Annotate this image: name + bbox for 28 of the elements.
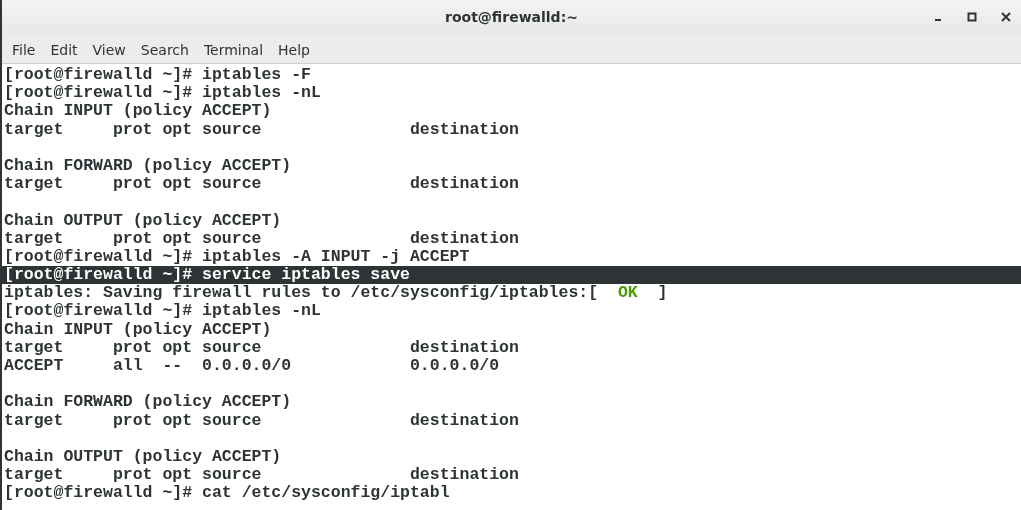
menu-item[interactable]: Edit [48,39,84,58]
close-icon[interactable] [999,10,1013,24]
terminal-line: target prot opt source destination [4,229,520,248]
terminal-line: Chain FORWARD (policy ACCEPT) [4,393,293,412]
terminal-line: Chain INPUT (policy ACCEPT) [4,320,273,339]
menu-item[interactable]: Help [276,39,316,58]
terminal-line: [root@firewalld ~]# cat /etc/sysconfig/iptabl [4,484,451,503]
terminal-line: target prot opt source destination [4,338,520,357]
terminal-line: iptables: Saving firewall rules to /etc/sysconfig/iptables:[ OK ] [4,284,669,303]
menu-item[interactable]: View [90,39,132,58]
menu-item[interactable]: Terminal [201,39,270,58]
terminal-line: [root@firewalld ~]# iptables -F [4,66,312,85]
terminal-line: ACCEPT all -- 0.0.0.0/0 0.0.0.0/0 [4,357,501,376]
maximize-icon[interactable] [965,10,979,24]
terminal-line: target prot opt source destination [4,120,520,139]
terminal-line: [root@firewalld ~]# iptables -nL [4,302,322,321]
menu-item[interactable]: Search [138,39,195,58]
terminal-line: Chain FORWARD (policy ACCEPT) [4,156,293,176]
terminal-line: [root@firewalld ~]# iptables -A INPUT -j ACCEPT [4,247,471,267]
terminal-line: Chain INPUT (policy ACCEPT) [4,102,273,121]
terminal-line: target prot opt source destination [4,466,520,485]
terminal-line: Chain OUTPUT (policy ACCEPT) [4,447,283,467]
terminal-line: [root@firewalld ~]# iptables -nL [4,84,322,103]
window-title: root@firewalld:~ [445,9,578,25]
terminal-line: Chain OUTPUT (policy ACCEPT) [4,211,283,230]
menu-item[interactable]: File [10,39,42,58]
terminal-line: target prot opt source destination [4,175,520,194]
terminal-line: target prot opt source destination [4,411,520,430]
